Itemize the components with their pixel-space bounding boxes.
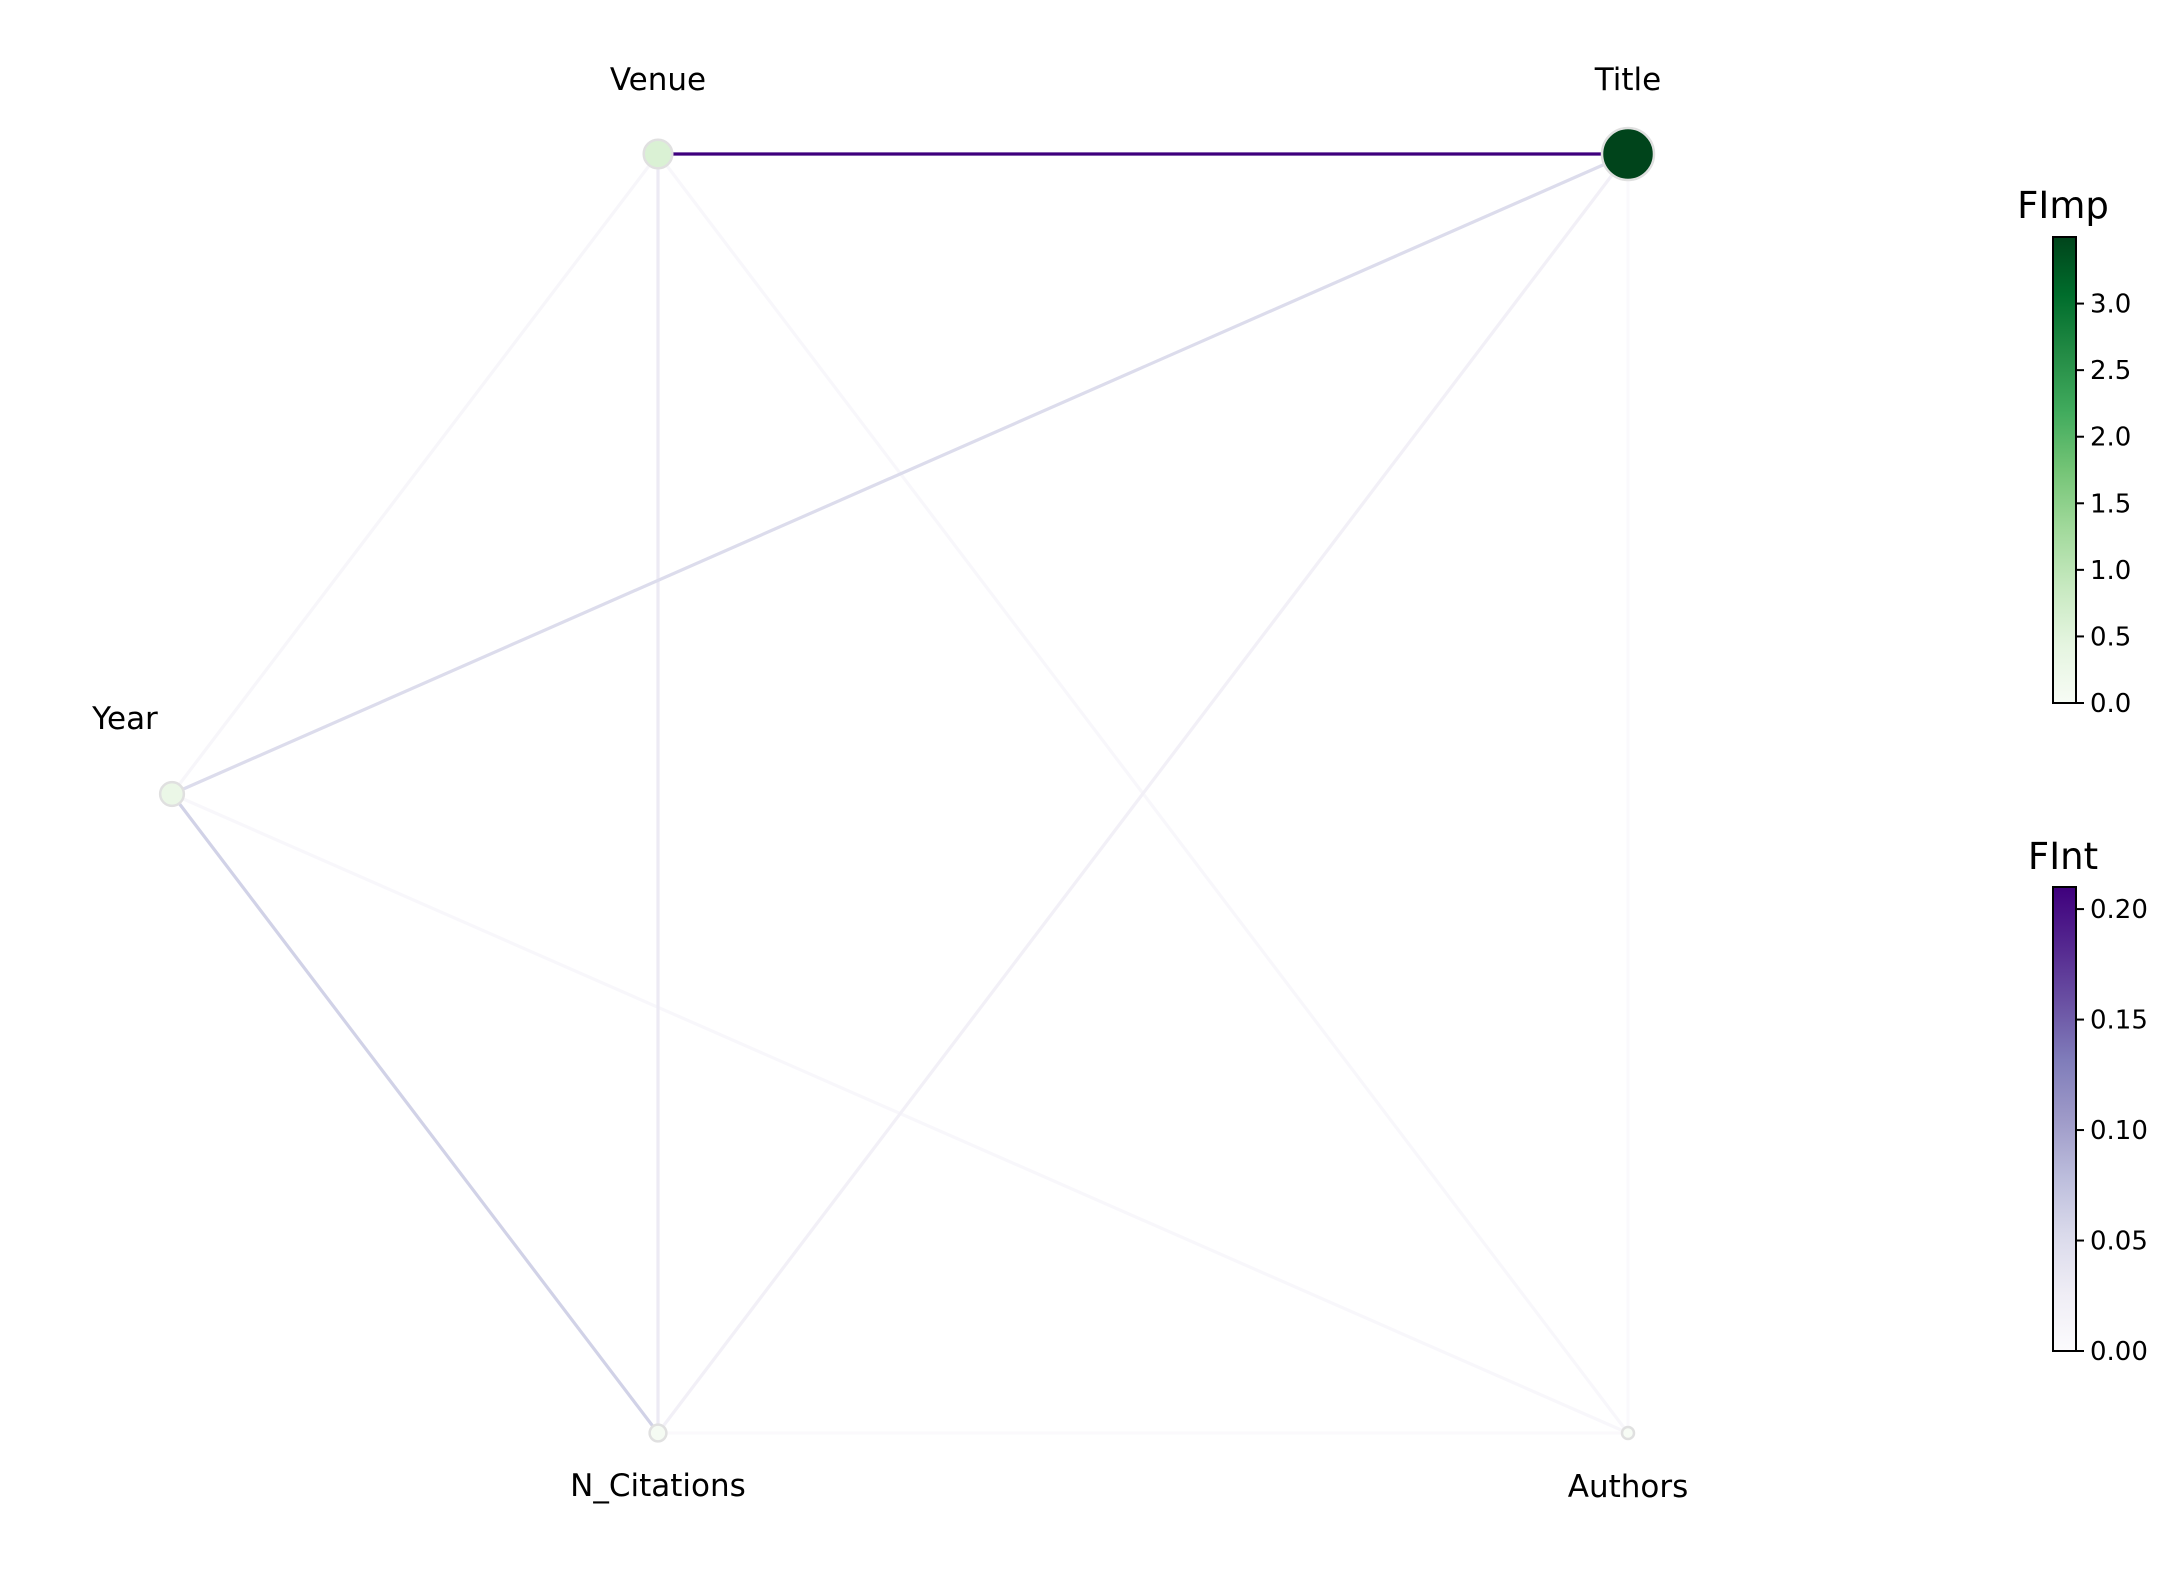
node-label-venue: Venue	[610, 62, 706, 98]
interaction-tick-label: 0.05	[2090, 1227, 2148, 1257]
node-title	[1600, 126, 1656, 182]
node-year	[158, 780, 186, 808]
edge-venue-year	[170, 153, 660, 795]
node-venue	[642, 138, 674, 170]
nodes	[158, 126, 1656, 1443]
importance-tick-label: 0.0	[2090, 689, 2131, 719]
edges	[170, 152, 1630, 1435]
interaction-colorbar-ticks: 0.00 0.05 0.10 0.15 0.20	[2076, 895, 2148, 1367]
interaction-tick-label: 0.00	[2090, 1337, 2148, 1367]
importance-colorbar-ticks: 0.0 0.5 1.0 1.5 2.0 2.5 3.0	[2076, 290, 2131, 719]
interaction-tick-label: 0.20	[2090, 895, 2148, 925]
node-label-year: Year	[91, 701, 158, 737]
importance-tick-label: 1.5	[2090, 489, 2131, 519]
node-label-authors: Authors	[1568, 1469, 1689, 1505]
importance-tick-label: 0.5	[2090, 622, 2131, 652]
interaction-tick-label: 0.10	[2090, 1116, 2148, 1146]
node-n_citations	[648, 1423, 668, 1443]
interaction-colorbar-gradient	[2052, 886, 2077, 1352]
node-authors	[1620, 1425, 1636, 1441]
importance-tick-label: 2.0	[2090, 423, 2131, 453]
node-labels: Venue Title Year N_Citations Authors	[91, 62, 1688, 1505]
importance-colorbar-title: FImp	[2017, 184, 2109, 227]
feature-interaction-network: Venue Title Year N_Citations Authors FImp 0.…	[91, 62, 2148, 1505]
edge-year-n_citations	[170, 793, 660, 1434]
node-label-n_citations: N_Citations	[570, 1468, 746, 1504]
interaction-colorbar: FInt 0.00 0.05 0.10 0.15 0.20	[2028, 835, 2148, 1367]
importance-tick-label: 1.0	[2090, 556, 2131, 586]
importance-tick-label: 2.5	[2090, 356, 2131, 386]
importance-colorbar: FImp 0.0 0.5 1.0 1.5 2.0 2.5 3.0	[2017, 184, 2131, 719]
interaction-colorbar-title: FInt	[2028, 835, 2098, 878]
edge-year-title	[171, 152, 1629, 796]
importance-tick-label: 3.0	[2090, 290, 2131, 320]
node-label-title: Title	[1594, 62, 1661, 98]
importance-colorbar-gradient	[2052, 236, 2077, 704]
interaction-tick-label: 0.15	[2090, 1006, 2148, 1036]
